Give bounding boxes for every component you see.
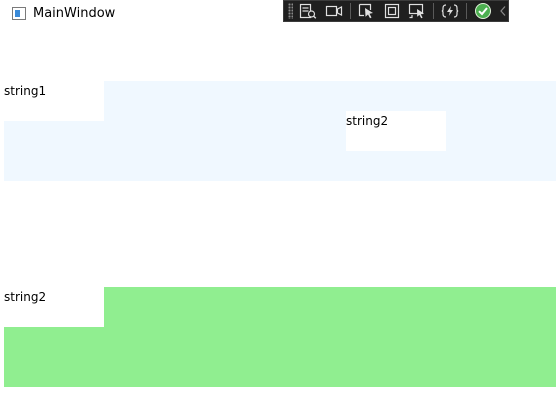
text-item-string2: string2 (346, 111, 446, 151)
window-title: MainWindow (33, 6, 116, 21)
text-item-string2: string2 (4, 287, 104, 327)
bottom-row-panel: string2 (4, 287, 556, 387)
xaml-debug-toolbar (283, 0, 509, 22)
track-focus-icon[interactable] (408, 2, 426, 20)
text-item-string1: string1 (4, 81, 104, 121)
toolbar-grip-icon[interactable] (288, 3, 294, 19)
live-visual-tree-icon[interactable] (299, 2, 317, 20)
app-window-icon (12, 7, 26, 20)
hot-reload-icon[interactable] (441, 2, 459, 20)
top-row-panel: string1 string2 (4, 81, 556, 181)
status-ok-icon[interactable] (474, 2, 492, 20)
toolbar-separator (432, 3, 434, 19)
select-element-icon[interactable] (358, 2, 376, 20)
toolbar-separator (349, 3, 351, 19)
display-layout-adorners-icon[interactable] (383, 2, 401, 20)
toolbar-separator (465, 3, 467, 19)
record-icon[interactable] (325, 2, 343, 20)
collapse-chevron-icon[interactable] (499, 2, 508, 20)
